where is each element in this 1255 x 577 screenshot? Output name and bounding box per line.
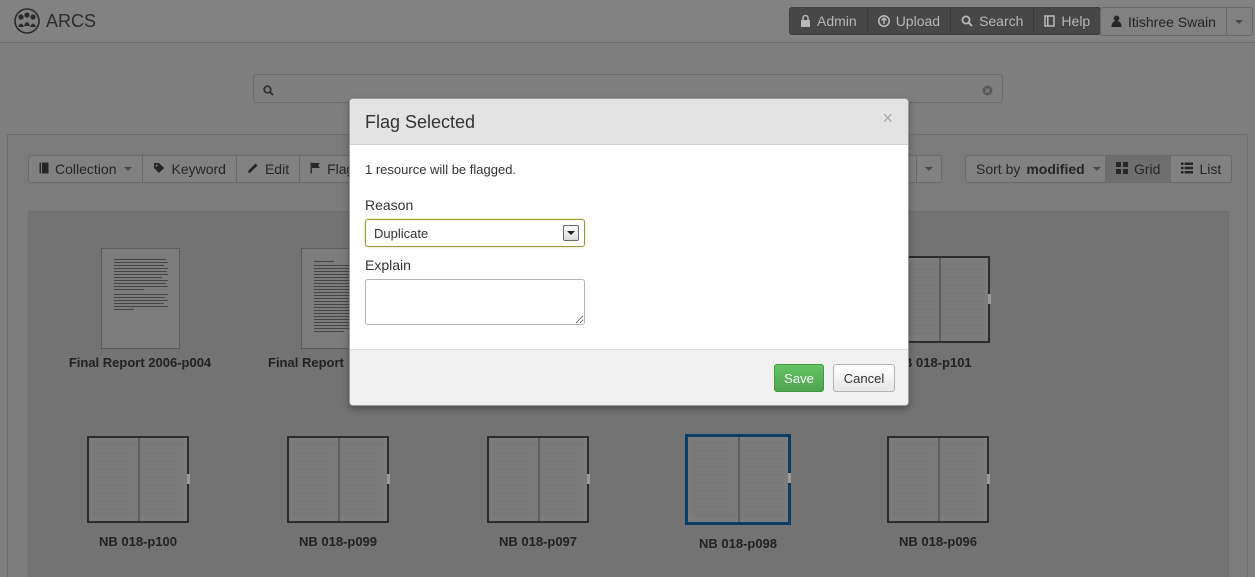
chevron-down-icon [1092,167,1101,171]
resource-caption: NB 018-p098 [698,536,778,551]
brand-name: ARCS [46,10,97,31]
flag-message: 1 resource will be flagged. [365,162,517,177]
modal-body: 1 resource will be flagged. Reason Dupli… [350,145,908,349]
book-icon [1044,15,1056,27]
partial-dropdown-toggle[interactable] [917,156,941,182]
upload-icon [877,15,890,27]
sort-value: modified [1026,161,1085,177]
collection-label: Collection [55,161,117,177]
resource-caption: NB 018-p096 [898,534,978,549]
list-icon [1181,161,1194,177]
clear-search-icon[interactable] [982,83,993,99]
resource-caption: NB 018-p100 [98,534,178,549]
reason-select[interactable]: Duplicate [365,219,585,247]
resource-tile[interactable]: NB 018-p096 [838,436,1038,549]
resource-caption: NB 018-p099 [298,534,378,549]
resource-actions-toolbar: Collection Keyword Edit Flag [28,155,366,183]
admin-button[interactable]: Admin [790,8,868,34]
explain-textarea[interactable] [365,279,585,325]
resource-tile[interactable]: NB 018-p097 [438,436,638,549]
upload-label: Upload [895,13,941,29]
search-input[interactable] [282,79,972,99]
resource-tile[interactable]: NB 018-p099 [238,436,438,549]
arcs-logo-icon [12,8,42,34]
view-toggle: Grid List [1105,155,1233,183]
search-icon [961,15,973,27]
modal-footer: Save Cancel [350,349,908,405]
chevron-down-icon [924,167,933,171]
resource-thumbnail [487,436,590,523]
resource-caption: NB 018-p097 [498,534,578,549]
admin-label: Admin [817,13,857,29]
modal-title: Flag Selected [365,112,476,132]
user-dropdown-toggle[interactable] [1225,8,1252,35]
cancel-button[interactable]: Cancel [833,364,895,392]
resource-tile-selected[interactable]: NB 018-p098 [638,434,838,551]
chevron-down-icon [563,225,579,241]
resource-thumbnail [87,436,190,523]
grid-icon [1116,161,1128,177]
edit-button[interactable]: Edit [237,156,301,182]
resource-thumbnail [685,434,791,525]
sort-button[interactable]: Sort by modified [966,156,1111,182]
explain-label: Explain [365,257,411,273]
list-view-button[interactable]: List [1171,156,1231,182]
save-button[interactable]: Save [774,364,824,392]
resource-thumbnail [100,248,180,349]
user-menu: Itishree Swain [1100,7,1253,36]
sort-prefix: Sort by [976,161,1021,177]
chevron-down-icon [124,167,133,171]
reason-label: Reason [365,197,414,213]
user-icon [1111,14,1122,30]
flag-icon [310,161,321,177]
help-label: Help [1061,13,1091,29]
lock-icon [800,15,811,27]
collection-button[interactable]: Collection [29,156,144,182]
search-label: Search [979,13,1024,29]
keyword-label: Keyword [171,161,226,177]
grid-label: Grid [1134,161,1161,177]
tag-icon [153,161,165,177]
brand[interactable]: ARCS [12,8,96,34]
search-icon [263,83,274,99]
caret-down-icon [1235,19,1244,24]
modal-header: Flag Selected × [350,99,908,145]
keyword-button[interactable]: Keyword [143,156,237,182]
help-button[interactable]: Help [1034,8,1100,34]
resource-thumbnail [887,436,990,523]
grid-view-button[interactable]: Grid [1106,156,1172,182]
resource-tile[interactable]: Final Report 2006-p004 [40,248,240,370]
user-name: Itishree Swain [1128,13,1216,30]
resource-tile[interactable]: NB 018-p100 [38,436,238,549]
close-icon[interactable]: × [882,109,893,127]
main-nav: Admin Upload Search Help [789,7,1102,35]
resource-thumbnail [287,436,390,523]
book-icon [39,161,49,177]
reason-selected-value: Duplicate [374,226,429,241]
list-label: List [1199,161,1222,177]
edit-label: Edit [264,161,290,177]
top-navbar: ARCS Admin Upload Search Help Itishree S… [0,0,1255,43]
search-button[interactable]: Search [951,8,1035,34]
upload-button[interactable]: Upload [868,8,952,34]
resource-caption: Final Report 2006-p004 [68,355,212,370]
pencil-icon [247,161,259,177]
flag-selected-modal: Flag Selected × 1 resource will be flagg… [349,98,909,406]
sort-dropdown: Sort by modified [965,155,1112,183]
user-button[interactable]: Itishree Swain [1101,8,1226,35]
